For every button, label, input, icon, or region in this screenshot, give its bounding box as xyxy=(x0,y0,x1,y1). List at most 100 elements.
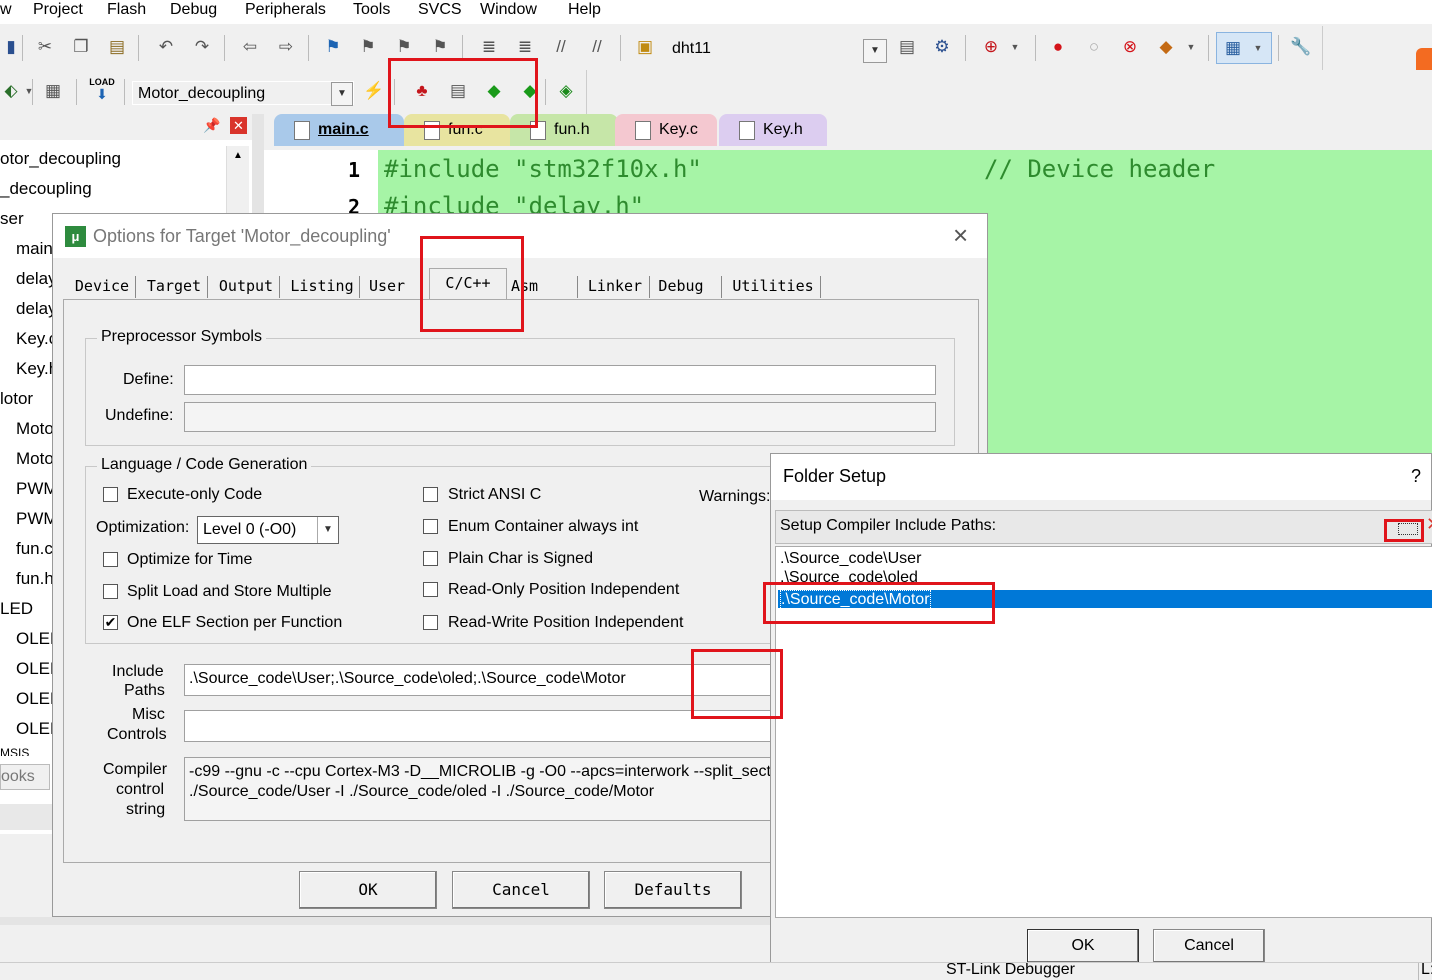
tab-debug[interactable]: Debug xyxy=(653,272,709,300)
close-icon[interactable]: × xyxy=(953,220,968,251)
tab-utilities[interactable]: Utilities xyxy=(727,272,819,300)
code-line: #include "stm32f10x.h" xyxy=(384,155,702,183)
tab-target[interactable]: Target xyxy=(141,272,207,300)
menu-window[interactable]: Window xyxy=(480,1,537,19)
split-load-checkbox[interactable] xyxy=(103,584,118,599)
enum-container-checkbox[interactable] xyxy=(423,519,438,534)
plain-char-checkbox[interactable] xyxy=(423,551,438,566)
one-elf-checkbox[interactable]: ✔ xyxy=(103,615,118,630)
pin-icon[interactable]: 📌 xyxy=(203,117,220,134)
ok-button[interactable]: OK xyxy=(299,871,437,909)
tree-item[interactable]: otor_decoupling xyxy=(0,149,121,169)
disable-all-breakpoints-icon[interactable]: ⊗ xyxy=(1119,37,1141,57)
comment-icon[interactable]: // xyxy=(550,37,572,57)
menu-peripherals[interactable]: Peripherals xyxy=(245,1,326,19)
menu-svcs[interactable]: SVCS xyxy=(418,1,462,19)
debug-session-icon[interactable]: ⊕ xyxy=(980,37,1002,57)
execute-only-checkbox[interactable] xyxy=(103,487,118,502)
tab-key-c[interactable]: Key.c xyxy=(615,114,717,146)
tab-key-h[interactable]: Key.h xyxy=(719,114,827,146)
bookmark-next-icon[interactable]: ⚑ xyxy=(393,37,415,57)
folder-ok-button[interactable]: OK xyxy=(1027,929,1139,963)
tree-item[interactable]: Moto xyxy=(16,449,54,469)
save-all-icon[interactable]: ▮ xyxy=(0,37,22,57)
folder-cancel-button[interactable]: Cancel xyxy=(1153,929,1265,963)
separator xyxy=(32,79,33,105)
find-in-files-icon[interactable]: ▣ xyxy=(634,37,656,57)
define-input[interactable] xyxy=(184,365,936,395)
tree-item[interactable]: fun.h xyxy=(16,569,54,589)
bookmark-prev-icon[interactable]: ⚑ xyxy=(357,37,379,57)
include-label: Include xyxy=(112,663,164,680)
undo-icon[interactable]: ↶ xyxy=(155,37,177,57)
tab-listing[interactable]: Listing xyxy=(285,272,359,300)
highlight-box xyxy=(763,582,995,624)
tree-item[interactable]: main xyxy=(16,239,53,259)
breakpoint-icon[interactable]: ● xyxy=(1047,37,1069,57)
incremental-find-icon[interactable]: ▤ xyxy=(896,37,918,57)
close-panel-icon[interactable]: ✕ xyxy=(230,117,247,134)
paste-icon[interactable]: ▤ xyxy=(106,37,128,57)
tab-output[interactable]: Output xyxy=(213,272,279,300)
ro-pi-checkbox[interactable] xyxy=(423,582,438,597)
rte-icon[interactable]: ◈ xyxy=(555,81,577,101)
tree-item[interactable]: LED xyxy=(0,599,33,619)
menu-debug[interactable]: Debug xyxy=(170,1,217,19)
configure-icon[interactable]: ⚙ xyxy=(931,37,953,57)
copy-icon[interactable]: ❐ xyxy=(70,37,92,57)
kill-breakpoints-icon[interactable]: ◆ xyxy=(1155,37,1177,57)
redo-icon[interactable]: ↷ xyxy=(191,37,213,57)
code-area[interactable]: #include "stm32f10x.h" // Device header … xyxy=(378,150,1432,214)
menu-help[interactable]: Help xyxy=(568,1,601,19)
wrench-icon[interactable]: 🔧 xyxy=(1290,37,1312,57)
batch-build-icon[interactable]: ▦ xyxy=(42,81,64,101)
nav-back-icon[interactable]: ⇦ xyxy=(239,37,261,57)
strict-ansi-checkbox[interactable] xyxy=(423,487,438,502)
window-layout-button[interactable]: ▦ ▼ xyxy=(1216,32,1272,64)
optimize-time-checkbox[interactable] xyxy=(103,552,118,567)
indent-icon[interactable]: ≣ xyxy=(478,37,500,57)
tree-item[interactable]: MSIS xyxy=(0,746,29,756)
cut-icon[interactable]: ✂ xyxy=(34,37,56,57)
delete-icon[interactable]: ✕ xyxy=(1426,514,1432,535)
path-item[interactable]: .\Source_code\User xyxy=(780,550,921,568)
tree-item[interactable]: delay xyxy=(16,269,57,289)
menu-tools[interactable]: Tools xyxy=(353,1,390,19)
tab-device[interactable]: Device xyxy=(69,272,135,300)
defaults-button[interactable]: Defaults xyxy=(604,871,742,909)
tab-user[interactable]: User xyxy=(365,272,409,300)
tree-item[interactable]: ser xyxy=(0,209,24,229)
bookmark-clear-icon[interactable]: ⚑ xyxy=(429,37,451,57)
tab-divider xyxy=(649,276,650,298)
tree-item[interactable]: Moto xyxy=(16,419,54,439)
bookmark-icon[interactable]: ⚑ xyxy=(322,37,344,57)
cancel-button[interactable]: Cancel xyxy=(452,871,590,909)
scroll-up-icon[interactable]: ▲ xyxy=(227,146,249,161)
nav-forward-icon[interactable]: ⇨ xyxy=(275,37,297,57)
tree-item[interactable]: _decoupling xyxy=(0,179,92,199)
compiler-control-string: -c99 --gnu -c --cpu Cortex-M3 -D__MICROL… xyxy=(184,757,784,821)
help-button[interactable]: ? xyxy=(1411,466,1421,487)
menu-flash[interactable]: Flash xyxy=(107,1,146,19)
undefine-input[interactable] xyxy=(184,402,936,432)
chevron-down-icon[interactable]: ▼ xyxy=(1004,37,1026,57)
menu-project[interactable]: Project xyxy=(33,1,83,19)
tree-item[interactable]: delay xyxy=(16,299,57,319)
target-select[interactable]: Motor_decoupling ▼ xyxy=(132,81,354,106)
find-combo-dropdown[interactable]: ▼ xyxy=(863,39,887,63)
tab-linker[interactable]: Linker xyxy=(583,272,647,300)
target-options-wand-icon[interactable]: ⚡ xyxy=(363,81,385,101)
optimization-select[interactable]: Level 0 (-O0) ▼ xyxy=(197,516,339,544)
menu-window-edge[interactable]: w xyxy=(0,1,12,19)
books-tab[interactable]: ooks xyxy=(0,764,50,790)
tree-item[interactable]: fun.c xyxy=(16,539,53,559)
tree-item[interactable]: lotor xyxy=(0,389,33,409)
download-button[interactable]: LOAD ⬇ xyxy=(89,77,115,107)
unindent-icon[interactable]: ≣ xyxy=(514,37,536,57)
chevron-down-icon[interactable]: ▼ xyxy=(1180,37,1202,57)
rw-pi-checkbox[interactable] xyxy=(423,615,438,630)
tab-main-c[interactable]: main.c xyxy=(274,114,404,146)
disable-breakpoint-icon[interactable]: ○ xyxy=(1083,37,1105,57)
uncomment-icon[interactable]: // xyxy=(586,37,608,57)
chevron-down-icon[interactable]: ▼ xyxy=(18,81,40,101)
